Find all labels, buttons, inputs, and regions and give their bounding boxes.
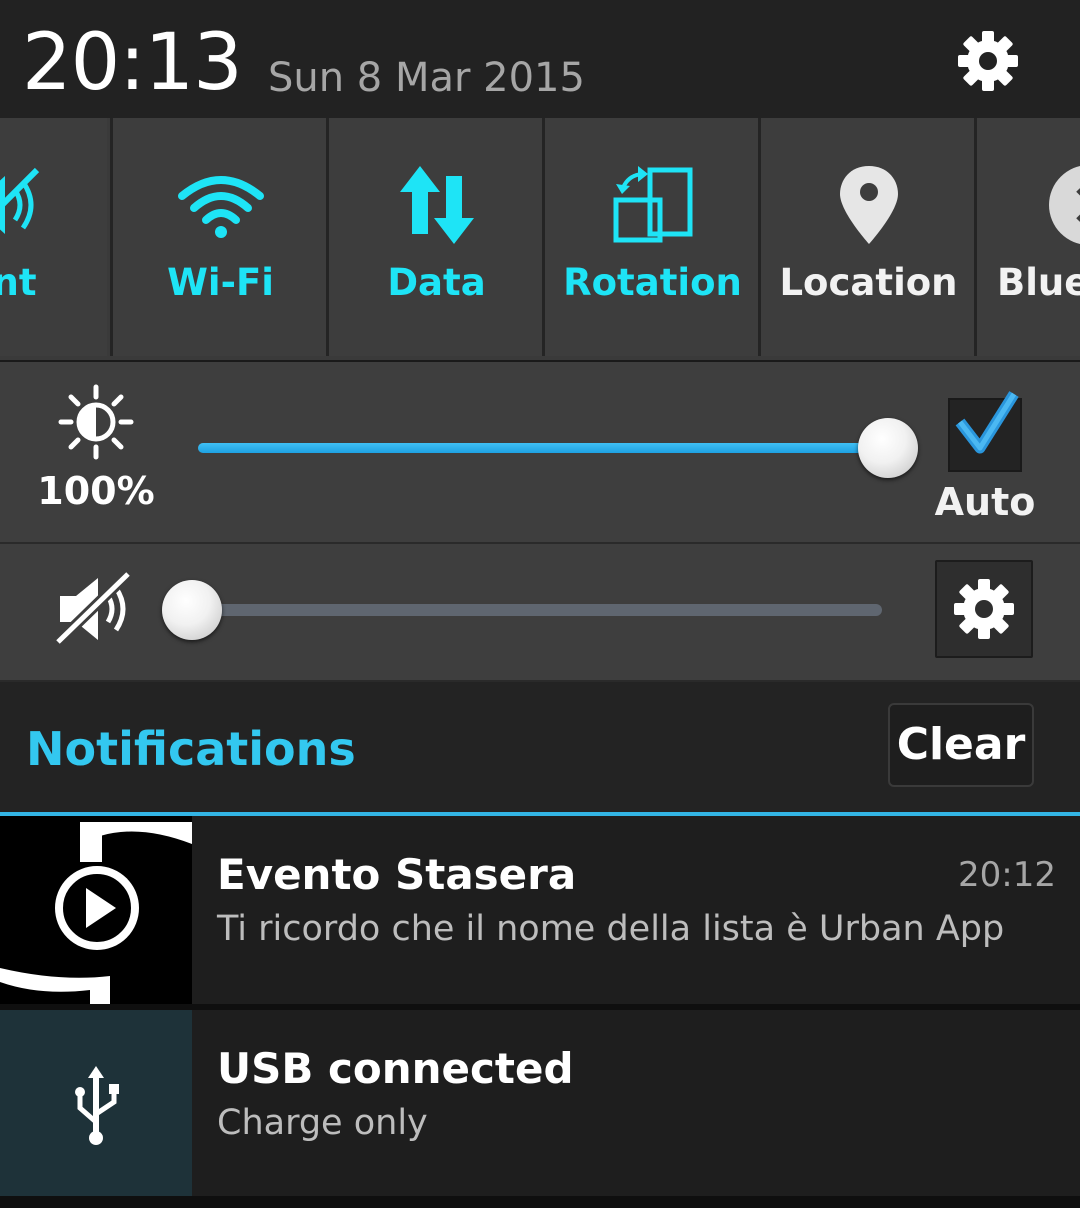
brightness-slider-knob[interactable]	[858, 418, 918, 478]
volume-slider-knob[interactable]	[162, 580, 222, 640]
notification-item[interactable]: Evento Stasera Ti ricordo che il nome de…	[0, 816, 1080, 1004]
date: Sun 8 Mar 2015	[268, 55, 585, 101]
brightness-percent: 100%	[37, 469, 155, 513]
clear-button[interactable]: Clear	[888, 703, 1034, 787]
clock: 20:13	[22, 18, 243, 108]
status-header: 20:13 Sun 8 Mar 2015	[0, 0, 1080, 118]
tile-label: Wi-Fi	[167, 261, 274, 304]
brightness-slider-fill	[198, 443, 888, 453]
notification-title: Evento Stasera	[217, 850, 577, 899]
auto-brightness-checkbox[interactable]	[948, 391, 1022, 472]
tile-label: Rotation	[563, 261, 742, 304]
location-pin-icon	[824, 160, 914, 250]
gear-icon[interactable]	[955, 28, 1021, 94]
tile-label: Data	[387, 261, 486, 304]
notifications-title: Notifications	[26, 722, 356, 776]
tile-label: Location	[779, 261, 958, 304]
tile-rotation[interactable]: Rotation	[542, 118, 760, 356]
tile-label: ent	[0, 261, 37, 304]
quick-settings-row: ent Wi-Fi Data	[0, 118, 1080, 360]
sound-settings-button[interactable]	[935, 560, 1033, 658]
notification-text: Ti ricordo che il nome della lista è Urb…	[217, 909, 1005, 949]
tile-location[interactable]: Location	[758, 118, 976, 356]
sound-icon	[0, 160, 47, 250]
tile-bluetooth[interactable]: Bluet	[974, 118, 1080, 356]
tile-sound[interactable]: ent	[0, 118, 107, 356]
bluetooth-icon	[1044, 160, 1080, 250]
brightness-slider[interactable]	[198, 418, 918, 478]
notification-text: Charge only	[217, 1103, 428, 1143]
tile-wifi[interactable]: Wi-Fi	[110, 118, 328, 356]
gear-icon	[954, 579, 1014, 639]
volume-muted-icon[interactable]	[54, 570, 136, 646]
auto-brightness-label: Auto	[934, 480, 1036, 524]
wifi-icon	[176, 160, 266, 250]
usb-icon	[0, 1010, 192, 1196]
brightness-panel: 100% Auto	[0, 362, 1080, 544]
rotation-icon	[608, 160, 698, 250]
play-app-icon	[0, 816, 192, 1004]
notifications-header: Notifications Clear	[0, 682, 1080, 812]
notification-separator	[0, 1196, 1080, 1208]
notification-time: 20:12	[958, 855, 1056, 895]
volume-slider[interactable]	[162, 580, 882, 640]
volume-panel	[0, 544, 1080, 682]
tile-label: Bluet	[997, 261, 1080, 304]
data-arrows-icon	[392, 160, 482, 250]
notification-title: USB connected	[217, 1044, 574, 1093]
brightness-sun-icon	[58, 384, 134, 460]
checkmark-icon	[955, 391, 1019, 454]
notification-item[interactable]: USB connected Charge only	[0, 1010, 1080, 1196]
tile-data[interactable]: Data	[326, 118, 544, 356]
